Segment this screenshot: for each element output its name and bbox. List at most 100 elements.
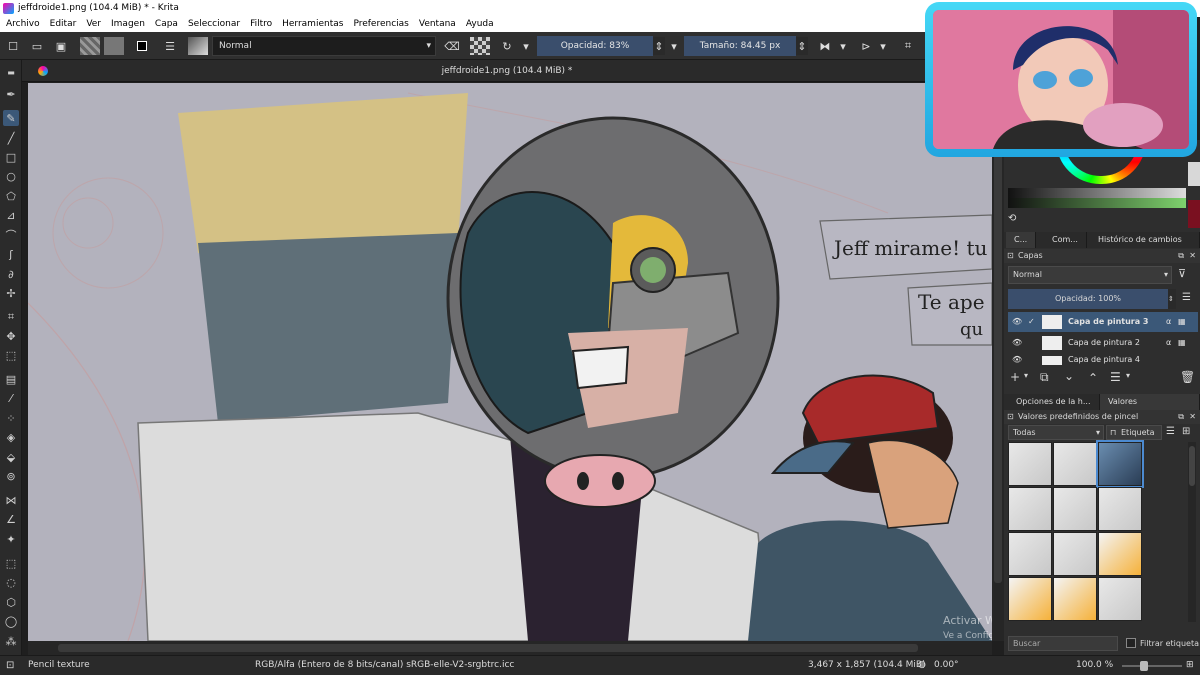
fg-color-swatch[interactable] bbox=[1188, 162, 1200, 186]
add-layer-icon[interactable]: + bbox=[1010, 370, 1020, 384]
float-icon[interactable]: ⧉ bbox=[1178, 249, 1184, 263]
reference-tool-icon[interactable]: ✦ bbox=[3, 531, 19, 547]
layer-row[interactable]: 👁 Capa de pintura 4 bbox=[1008, 354, 1198, 365]
mirror-vertical-icon[interactable]: ⊳ bbox=[856, 37, 876, 55]
opacity-slider[interactable]: Opacidad: 83% bbox=[537, 36, 653, 56]
zoom-fit-icon[interactable]: ⊞ bbox=[1186, 656, 1194, 675]
layer-opacity-slider[interactable]: Opacidad: 100% bbox=[1008, 289, 1168, 309]
reload-preset-icon[interactable]: ↻ bbox=[497, 37, 517, 55]
chevron-down-icon[interactable]: ▾ bbox=[668, 37, 680, 55]
menu-preferencias[interactable]: Preferencias bbox=[353, 17, 408, 32]
lock-icon[interactable]: ⊡ bbox=[1007, 249, 1014, 263]
brush-preset[interactable] bbox=[1098, 577, 1142, 621]
tab-tool-options[interactable]: Opciones de la h... bbox=[1008, 394, 1100, 410]
brush-settings-icon[interactable]: ☰ bbox=[160, 37, 180, 55]
open-folder-icon[interactable]: ▭ bbox=[28, 37, 46, 55]
filter-icon[interactable]: ⊽ bbox=[1178, 267, 1194, 283]
brush-preset[interactable] bbox=[1008, 487, 1052, 531]
tab-history[interactable]: Histórico de cambios ... bbox=[1090, 232, 1200, 260]
duplicate-layer-icon[interactable]: ⧉ bbox=[1040, 370, 1049, 385]
fg-bg-color-icon[interactable] bbox=[132, 37, 152, 55]
multibrush-icon[interactable]: ✢ bbox=[3, 285, 19, 301]
menu-archivo[interactable]: Archivo bbox=[6, 17, 40, 32]
brush-preset[interactable] bbox=[1008, 532, 1052, 576]
alpha-lock-icon[interactable]: ▦ bbox=[1178, 312, 1186, 332]
save-icon[interactable]: ▣ bbox=[52, 37, 70, 55]
layer-row[interactable]: 👁 ✓ Capa de pintura 3 α ▦ bbox=[1008, 312, 1198, 332]
pattern-icon[interactable] bbox=[104, 37, 124, 55]
menu-seleccionar[interactable]: Seleccionar bbox=[188, 17, 240, 32]
alpha-lock-icon[interactable] bbox=[470, 37, 490, 55]
gradient-icon[interactable] bbox=[80, 37, 100, 55]
layer-properties-icon[interactable]: ☰ bbox=[1110, 370, 1121, 384]
alpha-icon[interactable]: α bbox=[1166, 312, 1171, 332]
preset-filter-select[interactable]: Todas ▾ bbox=[1008, 425, 1104, 440]
brush-preset[interactable] bbox=[1053, 442, 1097, 486]
menu-ventana[interactable]: Ventana bbox=[419, 17, 456, 32]
chevron-down-icon[interactable]: ▾ bbox=[1126, 371, 1130, 380]
brush-preset-selected[interactable] bbox=[1096, 440, 1144, 488]
zoom-slider[interactable] bbox=[1122, 661, 1182, 671]
chevron-down-icon[interactable]: ▾ bbox=[838, 37, 848, 55]
brush-preset[interactable] bbox=[1053, 577, 1097, 621]
crop-tool-icon[interactable]: ⌗ bbox=[3, 309, 19, 325]
canvas-vertical-scrollbar[interactable] bbox=[992, 83, 1004, 641]
transform-tool-icon[interactable]: ⬚ bbox=[3, 347, 19, 363]
chevron-down-icon[interactable]: ▾ bbox=[878, 37, 888, 55]
color-picker-icon[interactable]: ⁄ bbox=[3, 390, 19, 406]
freehand-select-icon[interactable]: ◯ bbox=[3, 613, 19, 629]
check-icon[interactable]: ✓ bbox=[1028, 312, 1035, 332]
tab-brush-presets[interactable]: Valores predefinido... bbox=[1100, 394, 1200, 422]
bg-color-swatch[interactable] bbox=[1188, 200, 1200, 228]
alpha-lock-icon[interactable]: ▦ bbox=[1178, 333, 1186, 353]
opacity-spinner[interactable]: ⇕ bbox=[653, 37, 665, 55]
close-icon[interactable]: ✕ bbox=[1189, 410, 1196, 424]
calligraphy-icon[interactable]: ✒ bbox=[3, 86, 19, 102]
vertical-scroll-thumb[interactable] bbox=[994, 113, 1002, 583]
brush-preset-icon[interactable] bbox=[188, 37, 208, 55]
preset-search-input[interactable]: Buscar bbox=[1008, 636, 1118, 651]
move-tool-icon[interactable]: ✥ bbox=[3, 328, 19, 344]
rect-select-icon[interactable]: ⬚ bbox=[3, 555, 19, 571]
menu-capa[interactable]: Capa bbox=[155, 17, 178, 32]
brush-preset[interactable] bbox=[1053, 487, 1097, 531]
gradient-tool-icon[interactable]: ▤ bbox=[3, 371, 19, 387]
horizontal-scroll-thumb[interactable] bbox=[58, 644, 918, 652]
brush-preset[interactable] bbox=[1008, 442, 1052, 486]
eraser-icon[interactable]: ⌫ bbox=[442, 37, 462, 55]
delete-layer-icon[interactable]: 🗑 bbox=[1180, 370, 1195, 384]
eye-icon[interactable]: 👁 bbox=[1012, 312, 1022, 332]
chevron-down-icon[interactable]: ▾ bbox=[520, 37, 532, 55]
assistant-tool-icon[interactable]: ⋈ bbox=[3, 492, 19, 508]
presets-menu-icon[interactable]: ☰ bbox=[1166, 426, 1178, 438]
menu-filtro[interactable]: Filtro bbox=[250, 17, 272, 32]
enclose-fill-icon[interactable]: ⊚ bbox=[3, 468, 19, 484]
lock-icon[interactable]: ⊡ bbox=[1007, 410, 1014, 424]
fill-tool-icon[interactable]: ◈ bbox=[3, 429, 19, 445]
brush-preset[interactable] bbox=[1098, 532, 1142, 576]
contiguous-select-icon[interactable]: ⁂ bbox=[3, 633, 19, 649]
menu-editar[interactable]: Editar bbox=[50, 17, 77, 32]
alpha-icon[interactable]: α bbox=[1166, 333, 1171, 353]
presets-scroll-thumb[interactable] bbox=[1189, 446, 1195, 486]
rotation-icon[interactable]: ◍ bbox=[918, 656, 926, 675]
bezier-tool-icon[interactable]: ⌒ bbox=[3, 227, 19, 243]
brush-preset[interactable] bbox=[1098, 487, 1142, 531]
close-icon[interactable]: ✕ bbox=[1189, 249, 1196, 263]
menu-imagen[interactable]: Imagen bbox=[111, 17, 145, 32]
value-slider[interactable] bbox=[1008, 188, 1186, 198]
mirror-horizontal-icon[interactable]: ⧓ bbox=[815, 37, 835, 55]
tag-select[interactable]: ⊓ Etiqueta bbox=[1106, 425, 1162, 440]
brush-preset[interactable] bbox=[1053, 532, 1097, 576]
ellipse-select-icon[interactable]: ◌ bbox=[3, 574, 19, 590]
reset-color-icon[interactable]: ⟲ bbox=[1008, 213, 1020, 225]
menu-ver[interactable]: Ver bbox=[86, 17, 101, 32]
float-icon[interactable]: ⧉ bbox=[1178, 410, 1184, 424]
dynamic-brush-icon[interactable]: ∂ bbox=[3, 266, 19, 282]
grid-view-icon[interactable]: ⊞ bbox=[1182, 426, 1194, 438]
crop-icon[interactable]: ⌗ bbox=[898, 37, 918, 55]
polyline-tool-icon[interactable]: ⊿ bbox=[3, 207, 19, 223]
canvas[interactable]: Jeff mirame! tu Te ape qu Activar Window… bbox=[28, 83, 992, 641]
canvas-horizontal-scrollbar[interactable] bbox=[28, 641, 992, 655]
ellipse-tool-icon[interactable]: ○ bbox=[3, 168, 19, 184]
